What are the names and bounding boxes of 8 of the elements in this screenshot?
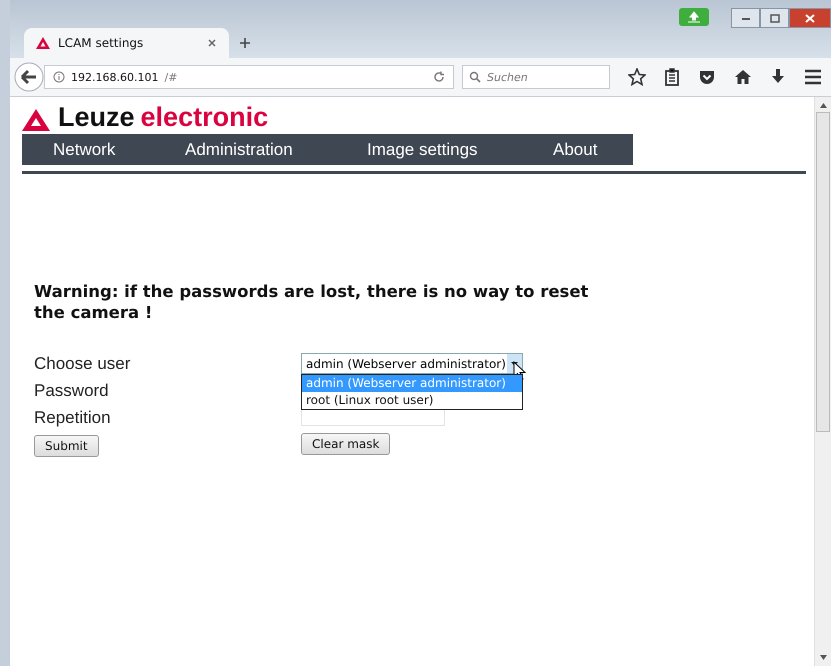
field-label: Repetition bbox=[34, 407, 111, 429]
brand-suffix: electronic bbox=[140, 104, 268, 131]
field-label: Choose user bbox=[34, 353, 130, 375]
url-host: 192.168.60.101 bbox=[71, 70, 158, 84]
warning-text: Warning: if the passwords are lost, there is no way to reset the camera ! bbox=[34, 281, 590, 323]
url-path: /# bbox=[164, 70, 178, 84]
field-label: Password bbox=[34, 380, 109, 402]
brand-name: Leuze bbox=[58, 104, 135, 131]
